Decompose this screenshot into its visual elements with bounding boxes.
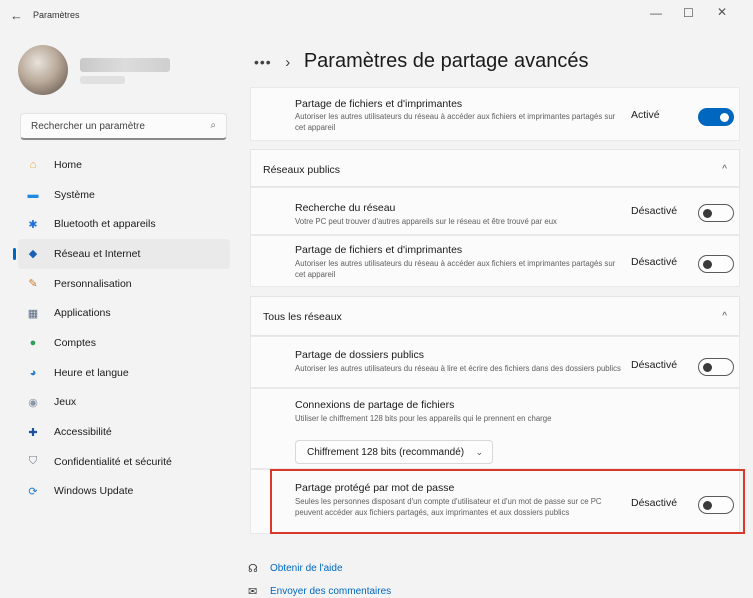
breadcrumb-separator-icon: › <box>285 54 291 71</box>
breadcrumb-overflow-button[interactable]: ••• <box>254 54 272 70</box>
send-feedback-link[interactable]: Envoyer des commentaires <box>270 586 391 597</box>
toggle-switch[interactable] <box>698 358 734 376</box>
toggle-state-label: Désactivé <box>631 205 678 217</box>
encryption-dropdown[interactable]: Chiffrement 128 bits (recommandé) ⌄ <box>295 440 493 464</box>
setting-row-password-protected-sharing: Partage protégé par mot de passe Seules … <box>250 469 740 534</box>
search-input[interactable]: Rechercher un paramètre ⌕ <box>20 113 227 140</box>
sidebar-item-label: Bluetooth et appareils <box>54 218 156 231</box>
dropdown-value: Chiffrement 128 bits (recommandé) <box>307 447 465 458</box>
setting-title: Connexions de partage de fichiers <box>295 399 455 411</box>
toggle-switch[interactable] <box>698 255 734 273</box>
accessibility-icon: ✚ <box>28 426 38 439</box>
sidebar-item-label: Confidentialité et sécurité <box>54 455 172 468</box>
help-icon: ☊ <box>248 563 258 575</box>
setting-row-file-sharing-connections: Connexions de partage de fichiers Utilis… <box>250 388 740 469</box>
toggle-state-label: Activé <box>631 109 660 121</box>
sidebar-item-label: Jeux <box>54 396 77 409</box>
sidebar-item-personnalisation[interactable]: ✎ Personnalisation <box>18 269 230 299</box>
setting-title: Partage de dossiers publics <box>295 349 424 361</box>
toggle-state-label: Désactivé <box>631 497 678 509</box>
breadcrumb: ••• › Paramètres de partage avancés <box>254 50 588 73</box>
monitor-icon: ▬ <box>27 188 39 201</box>
setting-title: Partage de fichiers et d'imprimantes <box>295 244 463 256</box>
get-help-link[interactable]: Obtenir de l'aide <box>270 563 343 574</box>
shield-icon: ⛉ <box>28 455 38 468</box>
toggle-switch[interactable] <box>698 496 734 514</box>
apps-icon: ▦ <box>27 307 39 320</box>
avatar[interactable] <box>18 45 68 95</box>
setting-title: Recherche du réseau <box>295 202 396 214</box>
feedback-icon: ✉ <box>248 586 258 598</box>
minimize-button[interactable]: — <box>650 6 662 20</box>
sidebar-item-bluetooth-et-appareils[interactable]: ✱ Bluetooth et appareils <box>18 209 230 239</box>
setting-description: Votre PC peut trouver d'autres appareils… <box>295 217 557 226</box>
sidebar-item-heure-et-langue[interactable]: ◕ Heure et langue <box>18 358 230 388</box>
window-title: Paramètres <box>33 10 80 20</box>
sidebar-item-label: Système <box>54 188 95 201</box>
sidebar-item-label: Applications <box>54 307 111 320</box>
setting-row-private-file-sharing: Partage de fichiers et d'imprimantes Aut… <box>250 87 740 141</box>
title-bar: ← Paramètres — ☐ ✕ <box>0 0 753 30</box>
setting-description: Autoriser les autres utilisateurs du rés… <box>295 364 621 373</box>
close-button[interactable]: ✕ <box>717 5 727 19</box>
section-label: Tous les réseaux <box>263 311 342 323</box>
bluetooth-icon: ✱ <box>28 218 38 231</box>
wifi-icon: ◆ <box>28 248 38 261</box>
setting-title: Partage protégé par mot de passe <box>295 482 455 494</box>
toggle-state-label: Désactivé <box>631 256 678 268</box>
sidebar-item-jeux[interactable]: ◉ Jeux <box>18 388 230 418</box>
sidebar: Rechercher un paramètre ⌕ ⌂ Home ▬ Système ✱… <box>0 30 240 596</box>
setting-description: Utiliser le chiffrement 128 bits pour le… <box>295 414 552 423</box>
sidebar-nav: ⌂ Home ▬ Système ✱ Bluetooth et appareils ◆ Rés… <box>13 150 230 507</box>
globe-icon: ◕ <box>29 366 37 379</box>
home-icon: ⌂ <box>29 158 37 171</box>
back-arrow-icon[interactable]: ← <box>10 8 23 23</box>
update-icon: ⟳ <box>28 485 38 498</box>
setting-row-network-discovery: Recherche du réseau Votre PC peut trouve… <box>250 187 740 235</box>
person-icon: ● <box>29 336 37 349</box>
sidebar-item-label: Home <box>54 158 83 171</box>
sidebar-item-r-seau-et-internet[interactable]: ◆ Réseau et Internet <box>13 239 230 269</box>
setting-description: Autoriser les autres utilisateurs du rés… <box>295 259 616 279</box>
main-content: ••• › Paramètres de partage avancés Part… <box>240 30 753 598</box>
toggle-switch[interactable] <box>698 108 734 126</box>
search-icon: ⌕ <box>210 120 216 131</box>
maximize-button[interactable]: ☐ <box>683 6 694 20</box>
sidebar-item-syst-me[interactable]: ▬ Système <box>18 180 230 210</box>
sidebar-item-windows-update[interactable]: ⟳ Windows Update <box>18 477 230 507</box>
chevron-up-icon[interactable]: ^ <box>722 164 727 175</box>
user-name-blurred <box>80 58 170 72</box>
setting-description: Autoriser les autres utilisateurs du rés… <box>295 112 616 132</box>
setting-row-public-folders: Partage de dossiers publics Autoriser le… <box>250 336 740 388</box>
toggle-state-label: Désactivé <box>631 359 678 371</box>
sidebar-item-label: Personnalisation <box>54 277 132 290</box>
sidebar-item-accessibilit-[interactable]: ✚ Accessibilité <box>18 417 230 447</box>
search-placeholder: Rechercher un paramètre <box>31 121 145 132</box>
user-email-blurred <box>80 76 125 84</box>
section-label: Réseaux publics <box>263 164 341 176</box>
toggle-switch[interactable] <box>698 204 734 222</box>
sidebar-item-label: Comptes <box>54 336 97 349</box>
sidebar-item-home[interactable]: ⌂ Home <box>18 150 230 180</box>
sidebar-item-label: Windows Update <box>54 485 134 498</box>
sidebar-item-confidentialit-et-s-curit-[interactable]: ⛉ Confidentialité et sécurité <box>18 447 230 477</box>
gamepad-icon: ◉ <box>28 396 38 409</box>
chevron-down-icon: ⌄ <box>475 447 483 457</box>
chevron-up-icon[interactable]: ^ <box>722 311 727 322</box>
sidebar-item-comptes[interactable]: ● Comptes <box>18 328 230 358</box>
page-title: Paramètres de partage avancés <box>303 50 589 72</box>
section-header-public-networks[interactable]: Réseaux publics ^ <box>250 149 740 187</box>
section-header-all-networks[interactable]: Tous les réseaux ^ <box>250 296 740 336</box>
setting-description: Seules les personnes disposant d'un comp… <box>295 497 602 517</box>
setting-title: Partage de fichiers et d'imprimantes <box>295 98 463 110</box>
sidebar-item-applications[interactable]: ▦ Applications <box>18 298 230 328</box>
sidebar-item-label: Accessibilité <box>54 426 112 439</box>
sidebar-item-label: Heure et langue <box>54 366 129 379</box>
brush-icon: ✎ <box>28 278 38 291</box>
setting-row-public-file-sharing: Partage de fichiers et d'imprimantes Aut… <box>250 235 740 287</box>
sidebar-item-label: Réseau et Internet <box>54 247 141 260</box>
